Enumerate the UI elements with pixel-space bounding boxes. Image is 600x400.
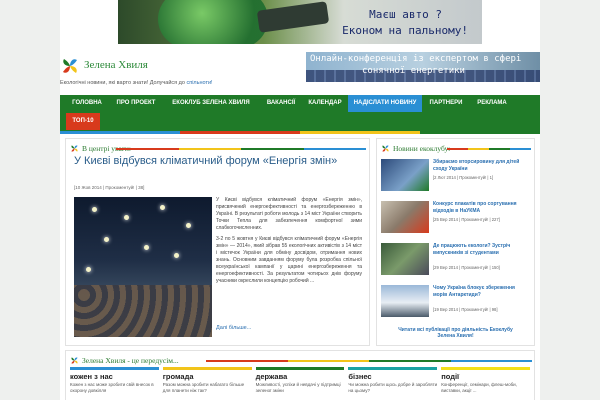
top-banner-ad[interactable]: Маєш авто ? Економ на пальному! (118, 0, 482, 44)
bottom-columns: кожен з нас Кожен з нас може зробити сві… (70, 367, 530, 400)
eco-news-thumb[interactable] (381, 243, 429, 275)
top-banner-line2: Економ на пальному! (342, 24, 468, 37)
column-title[interactable]: бізнес (348, 372, 437, 381)
eco-news-meta: [19 Вер 2014 | Прокоментуй! | 98] (433, 307, 498, 312)
featured-article-text: У Києві відбувся кліматичний форум «Енер… (216, 197, 362, 289)
featured-article-meta: [10 Жов 2014 | Прокоментуй! | 38] (74, 185, 145, 190)
nav-item-home[interactable]: ГОЛОВНА (66, 95, 108, 112)
featured-read-more-link[interactable]: Далі більше... (216, 325, 251, 331)
nav-item-about[interactable]: ПРО ПРОЕКТ (110, 95, 162, 112)
featured-colorbar (116, 148, 366, 150)
column-bar (162, 367, 252, 370)
eco-news-title[interactable]: Де працюють екологи? Зустріч випускників… (433, 243, 529, 257)
bottom-column-person[interactable]: кожен з нас Кожен з нас може зробити сві… (70, 367, 159, 400)
site-title[interactable]: Зелена Хвиля (84, 59, 148, 71)
tagline-community-link[interactable]: спільноти! (186, 80, 212, 86)
fuel-nozzle-graphic (256, 1, 330, 33)
eco-news-meta: [29 Вер 2014 | Прокоментуй! | 150] (433, 265, 500, 270)
eco-news-title[interactable]: Чому Україна блокує збереження морів Ант… (433, 285, 529, 299)
bottom-heading: Зелена Хвиля - це передусім... (82, 355, 179, 365)
eco-news-thumb[interactable] (381, 285, 429, 317)
main-nav: ГОЛОВНА ПРО ПРОЕКТ ЕКОКЛУБ ЗЕЛЕНА ХВИЛЯ … (60, 95, 540, 131)
nav-item-partners[interactable]: ПАРТНЕРИ (424, 95, 468, 112)
bottom-colorbar (206, 360, 532, 362)
site-logo-icon[interactable] (60, 56, 80, 76)
nav-item-send-news[interactable]: НАДІСЛАТИ НОВИНУ (348, 95, 422, 112)
conference-banner-line1: Онлайн-конференція із експертом в сфері (310, 54, 522, 64)
eco-news-title[interactable]: Збираємо вторсировину для дітей сходу Ук… (433, 159, 529, 173)
conference-banner-ad[interactable]: Онлайн-конференція із експертом в сфері … (306, 52, 540, 82)
eco-news-thumb[interactable] (381, 159, 429, 191)
nav-item-advertising[interactable]: РЕКЛАМА (470, 95, 514, 112)
eco-news-head: Новини екоклубу: (381, 143, 450, 153)
featured-article-photo[interactable] (74, 197, 212, 337)
featured-article-title[interactable]: У Києві відбувся кліматичний форум «Енер… (74, 155, 364, 168)
eco-news-heading: Новини екоклубу: (393, 143, 451, 153)
column-title[interactable]: події (441, 372, 530, 381)
mini-logo-icon (382, 144, 389, 152)
eco-news-meta: [25 Вер 2014 | Прокоментуй! | 227] (433, 217, 500, 222)
eco-news-colorbar (447, 148, 531, 150)
column-title[interactable]: громада (163, 372, 252, 381)
column-title[interactable]: держава (256, 372, 345, 381)
mini-logo-icon (71, 356, 78, 364)
bottom-column-state[interactable]: держава Можливості, успіхи й невдачі у п… (255, 367, 345, 400)
column-desc: Конференції, семінари, флеш-моби, вистав… (441, 382, 517, 393)
column-bar (70, 367, 159, 370)
site-tagline: Екологічні новини, які варто знати! Долу… (60, 80, 213, 86)
nav-color-stripe (60, 131, 540, 134)
conference-banner-line2: сонячної енергетики (362, 66, 465, 76)
column-title[interactable]: кожен з нас (70, 372, 159, 381)
nav-item-top10[interactable]: ТОП-10 (66, 113, 100, 130)
nav-item-calendar[interactable]: КАЛЕНДАР (304, 95, 346, 112)
featured-paragraph-1: У Києві відбувся кліматичний форум «Енер… (216, 197, 362, 231)
column-bar (348, 367, 438, 370)
bottom-column-events[interactable]: події Конференції, семінари, флеш-моби, … (441, 367, 530, 400)
tagline-text: Екологічні новини, які варто знати! Долу… (60, 80, 185, 86)
column-bar (255, 367, 345, 370)
bottom-column-community[interactable]: громада Разом можна зробити набагато біл… (162, 367, 252, 400)
eco-news-thumb[interactable] (381, 201, 429, 233)
featured-panel: В центрі уваги: У Києві відбувся клімати… (65, 138, 370, 346)
column-desc: Можливості, успіхи й невдачі у підтримці… (255, 382, 341, 393)
bottom-column-business[interactable]: бізнес Чи можна робити щось добре й заро… (348, 367, 438, 400)
featured-paragraph-2: 3-2 по 5 жовтня у Києві відбувся клімати… (216, 236, 362, 284)
column-bar (441, 367, 530, 370)
eco-news-title[interactable]: Конкурс плакатів про сортування відходів… (433, 201, 529, 215)
column-desc: Разом можна зробити набагато більше для … (162, 382, 245, 393)
eco-news-item[interactable]: Збираємо вторсировину для дітей сходу Ук… (381, 159, 529, 195)
column-desc: Кожен з нас може зробити свій внесок в о… (70, 382, 154, 393)
photo-crowd (74, 285, 212, 337)
fuel-hose-graphic (158, 0, 268, 44)
eco-news-item[interactable]: Чому Україна блокує збереження морів Ант… (381, 285, 529, 321)
top-banner-line1: Маєш авто ? (369, 8, 442, 21)
bottom-panel-head: Зелена Хвиля - це передусім... (70, 355, 179, 365)
nav-item-ecoclub[interactable]: ЕКОКЛУБ ЗЕЛЕНА ХВИЛЯ (164, 95, 258, 112)
eco-news-item[interactable]: Де працюють екологи? Зустріч випускників… (381, 243, 529, 279)
eco-news-item[interactable]: Конкурс плакатів про сортування відходів… (381, 201, 529, 237)
eco-news-all-link[interactable]: Читати всі публікації про діяльність Еко… (377, 327, 534, 339)
eco-news-panel: Новини екоклубу: Збираємо вторсировину д… (376, 138, 535, 346)
eco-news-meta: [2 Лют 2014 | Прокоментуй! | 1] (433, 175, 494, 180)
column-desc: Чи можна робити щось добре й заробляти н… (348, 382, 438, 393)
nav-item-vacancies[interactable]: ВАКАНСІЇ (260, 95, 302, 112)
mini-logo-icon (71, 144, 78, 152)
